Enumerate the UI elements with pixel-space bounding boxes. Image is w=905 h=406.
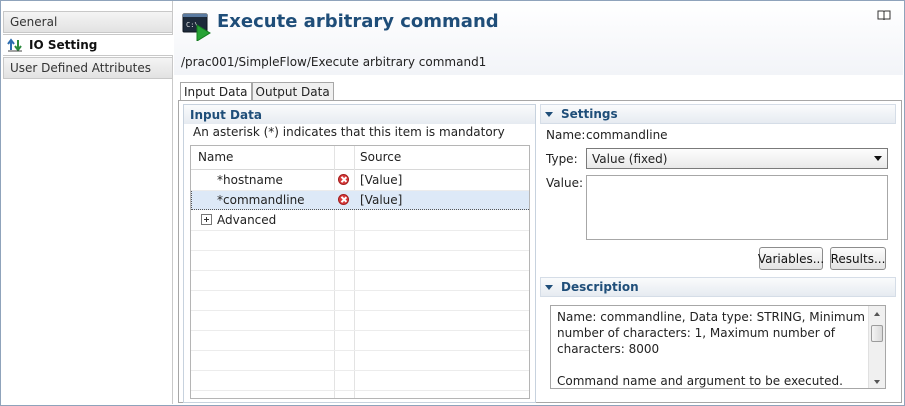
value-label: Value:	[546, 176, 583, 190]
type-select-value: Value (fixed)	[592, 152, 668, 166]
input-data-heading: Input Data	[184, 105, 535, 124]
row-name: Advanced	[217, 213, 277, 227]
book-icon[interactable]	[877, 10, 891, 21]
breadcrumb: /prac001/SimpleFlow/Execute arbitrary co…	[181, 55, 487, 69]
settings-title: Settings	[561, 107, 618, 121]
description-section: Description Name: commandline, Data type…	[540, 277, 896, 395]
settings-header[interactable]: Settings	[540, 104, 896, 124]
row-divider	[191, 290, 529, 291]
variables-button[interactable]: Variables...	[758, 247, 824, 270]
description-paragraph: Name: commandline, Data type: STRING, Mi…	[557, 310, 865, 356]
page-title: Execute arbitrary command	[217, 11, 499, 32]
row-name: *commandline	[217, 193, 305, 207]
input-data-panel: Input Data An asterisk (*) indicates tha…	[183, 104, 536, 403]
description-box[interactable]: Name: commandline, Data type: STRING, Mi…	[550, 305, 886, 389]
row-source: [Value]	[360, 193, 403, 207]
chevron-down-icon	[874, 156, 882, 161]
type-select[interactable]: Value (fixed)	[586, 148, 888, 169]
scroll-down-icon[interactable]	[874, 380, 880, 384]
row-divider	[191, 350, 529, 351]
row-divider	[191, 190, 529, 191]
row-divider	[191, 250, 529, 251]
sidebar-item-general[interactable]: General	[3, 11, 173, 33]
name-value: commandline	[586, 128, 668, 142]
type-label: Type:	[546, 152, 578, 166]
header: C:\_ Execute arbitrary command /prac001/…	[174, 1, 903, 75]
sidebar: General IO Setting User Defined Attribut…	[1, 1, 173, 404]
io-setting-icon	[7, 38, 23, 52]
expand-plus-icon[interactable]	[201, 214, 212, 225]
row-source: [Value]	[360, 173, 403, 187]
row-divider	[191, 310, 529, 311]
error-icon	[338, 174, 349, 185]
tab-output-data[interactable]: Output Data	[251, 82, 334, 101]
results-button[interactable]: Results...	[830, 247, 886, 270]
table-row[interactable]: *hostname [Value]	[191, 170, 529, 190]
row-name: *hostname	[217, 173, 283, 187]
row-divider	[191, 370, 529, 371]
scroll-up-icon[interactable]	[874, 312, 880, 316]
sidebar-item-label: General	[10, 15, 58, 29]
error-icon	[338, 194, 349, 205]
row-divider	[191, 390, 529, 391]
description-title: Description	[561, 280, 639, 294]
table-row[interactable]: Advanced	[191, 210, 529, 230]
sidebar-item-label: IO Setting	[29, 38, 98, 52]
description-header[interactable]: Description	[540, 277, 896, 297]
table-row-selected[interactable]: *commandline [Value]	[191, 190, 529, 210]
settings-section: Settings Name: commandline Type: Value (…	[540, 104, 896, 272]
sidebar-item-user-defined-attributes[interactable]: User Defined Attributes	[3, 57, 173, 79]
tab-input-data[interactable]: Input Data	[180, 82, 252, 101]
row-divider	[191, 330, 529, 331]
tab-bar: Input Data Output Data	[180, 82, 334, 101]
description-text: Name: commandline, Data type: STRING, Mi…	[557, 309, 865, 388]
collapse-triangle-icon[interactable]	[545, 284, 553, 290]
description-paragraph: Command name and argument to be executed…	[557, 374, 843, 388]
command-prompt-icon: C:\_	[182, 13, 212, 42]
value-field[interactable]	[586, 175, 888, 240]
scroll-thumb[interactable]	[871, 325, 883, 342]
column-header-name[interactable]: Name	[198, 150, 233, 164]
row-divider	[191, 230, 529, 231]
name-label: Name:	[546, 128, 586, 142]
row-divider	[191, 270, 529, 271]
column-header-source[interactable]: Source	[360, 150, 401, 164]
sidebar-item-label: User Defined Attributes	[10, 61, 152, 75]
table-header: Name Source	[191, 146, 529, 170]
collapse-triangle-icon[interactable]	[545, 111, 553, 117]
sidebar-item-io-setting[interactable]: IO Setting	[3, 34, 173, 56]
vertical-scrollbar[interactable]	[868, 306, 885, 388]
input-data-table[interactable]: Name Source *hostname [Value] *commandli…	[190, 145, 530, 399]
mandatory-note: An asterisk (*) indicates that this item…	[193, 125, 505, 139]
